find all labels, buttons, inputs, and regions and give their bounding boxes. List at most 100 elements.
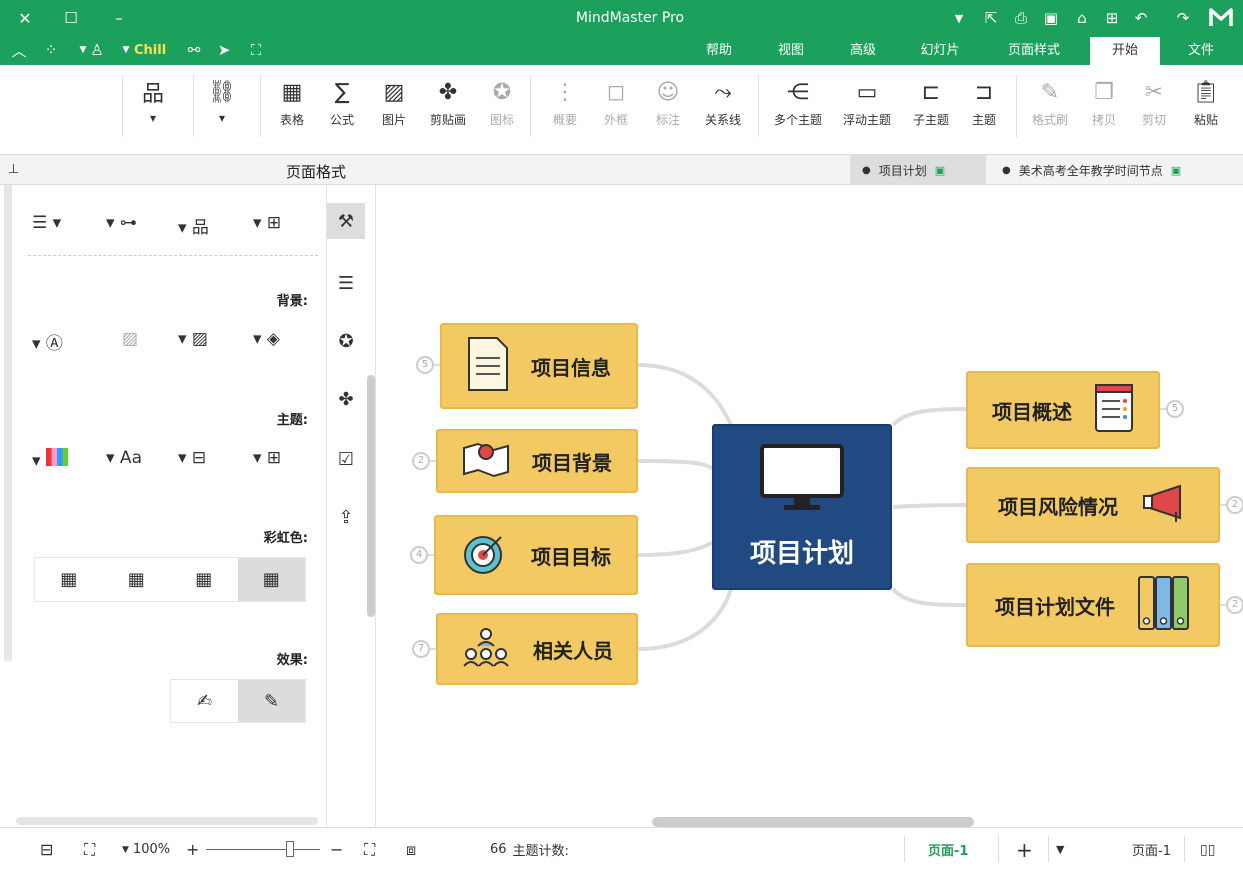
zoom-in-icon[interactable]: + bbox=[186, 828, 199, 870]
format-hammer-icon[interactable]: ⚒ bbox=[327, 203, 365, 239]
export-panel-icon[interactable]: ⇪ bbox=[327, 499, 365, 535]
clipart-panel-icon[interactable]: ✤ bbox=[327, 381, 365, 417]
connector-style-icon[interactable]: ▾ ⊶ bbox=[106, 213, 137, 233]
pin-icon[interactable]: ⊥ bbox=[8, 162, 19, 177]
collapse-badge[interactable]: 2 bbox=[1226, 496, 1243, 514]
fullscreen-icon[interactable]: ⛶ bbox=[245, 40, 267, 60]
watermark-icon[interactable]: ▾ Ⓐ bbox=[32, 329, 63, 354]
picture-button[interactable]: ▨ 图片 bbox=[374, 75, 414, 145]
doc-tab-art-exam[interactable]: ● 美术高考全年教学时间节点 ▣ bbox=[996, 155, 1240, 185]
close-tab-icon[interactable]: ● bbox=[862, 165, 871, 176]
normal-effect-icon[interactable]: ✎ bbox=[238, 680, 305, 722]
rainbow-option-2[interactable]: ▦ bbox=[103, 558, 171, 601]
add-page-icon[interactable]: + bbox=[1016, 828, 1033, 870]
tab-advanced[interactable]: 高级 bbox=[832, 37, 894, 65]
clipart-button[interactable]: ✤ 剪贴画 bbox=[422, 75, 474, 145]
theme-name[interactable]: Chill bbox=[134, 43, 166, 58]
topic-project-overview[interactable]: 项目概述 bbox=[966, 371, 1160, 449]
collapse-badge[interactable]: 5 bbox=[416, 356, 434, 374]
quick-access-dropdown-icon[interactable]: ▼ bbox=[948, 8, 970, 28]
minimize-icon[interactable]: – bbox=[108, 8, 130, 28]
tshirt-icon[interactable]: ♙ bbox=[86, 40, 108, 60]
tab-slides[interactable]: 幻灯片 bbox=[905, 37, 975, 65]
subtopic-button[interactable]: ⊏ 子主题 bbox=[906, 75, 956, 145]
share-icon[interactable]: ⚯ bbox=[183, 40, 205, 60]
zoom-select[interactable]: ▼ 100% bbox=[122, 828, 170, 870]
undo-icon[interactable]: ↶ bbox=[1130, 8, 1152, 28]
layout-button[interactable]: 品 ▾ bbox=[138, 75, 168, 145]
topic-related-people[interactable]: 相关人员 bbox=[436, 613, 638, 685]
tab-view[interactable]: 视图 bbox=[760, 37, 822, 65]
open-icon[interactable]: ⌂ bbox=[1071, 8, 1093, 28]
collapse-badge[interactable]: 5 bbox=[1166, 400, 1184, 418]
connector-button[interactable]: ⛓ ▾ bbox=[206, 75, 238, 145]
rainbow-option-4[interactable]: ▦ bbox=[237, 558, 305, 601]
close-icon[interactable]: ✕ bbox=[14, 8, 36, 28]
icon-panel-icon[interactable]: ✪ bbox=[327, 323, 365, 359]
floating-topic-button[interactable]: ▭ 浮动主题 bbox=[836, 75, 898, 145]
tab-file[interactable]: 文件 bbox=[1170, 37, 1232, 65]
topic-project-goal[interactable]: 项目目标 bbox=[434, 515, 638, 595]
callout-button[interactable]: ☺ 标注 bbox=[648, 75, 688, 145]
background-image-icon[interactable]: ▾ ▨ bbox=[178, 329, 208, 349]
fit-width-icon[interactable]: ⊟ bbox=[40, 828, 53, 870]
outline-icon[interactable]: ☰ bbox=[327, 265, 365, 301]
doc-tab-project-plan[interactable]: ● 项目计划 ▣ bbox=[850, 155, 986, 185]
collapse-badge[interactable]: 2 bbox=[1226, 596, 1243, 614]
topic-project-risks[interactable]: 项目风险情况 bbox=[966, 467, 1220, 543]
tab-help[interactable]: 帮助 bbox=[688, 37, 750, 65]
topic-project-files[interactable]: 项目计划文件 bbox=[966, 563, 1220, 647]
icon-button[interactable]: ✪ 图标 bbox=[482, 75, 522, 145]
tab-start[interactable]: 开始 bbox=[1090, 37, 1160, 65]
cut-button[interactable]: ✂ 剪切 bbox=[1134, 75, 1174, 145]
strip-scrollbar[interactable] bbox=[367, 375, 375, 617]
color-palette-icon[interactable]: ▾ bbox=[32, 448, 68, 471]
close-tab-icon[interactable]: ● bbox=[1002, 165, 1011, 176]
maximize-icon[interactable]: ☐ bbox=[60, 8, 82, 28]
zoom-out-icon[interactable]: − bbox=[330, 828, 343, 870]
rainbow-option-3[interactable]: ▦ bbox=[170, 558, 238, 601]
fill-color-icon[interactable]: ▾ ◈ bbox=[253, 329, 280, 349]
save-icon[interactable]: ▣ bbox=[1040, 8, 1062, 28]
presentation-icon[interactable]: ⧈ bbox=[406, 828, 416, 870]
relationship-button[interactable]: ⤳ 关系线 bbox=[698, 75, 748, 145]
print-icon[interactable]: ⎙ bbox=[1010, 8, 1032, 28]
layout-icon[interactable]: ▾ 品 bbox=[178, 213, 209, 238]
apps-icon[interactable]: ⁘ bbox=[40, 40, 62, 60]
boundary-button[interactable]: ◻ 外框 bbox=[596, 75, 636, 145]
cursor-icon[interactable]: ➤ bbox=[213, 40, 235, 60]
panel-horizontal-scrollbar[interactable] bbox=[16, 817, 318, 825]
zoom-slider[interactable] bbox=[206, 849, 320, 850]
topic-project-info[interactable]: 项目信息 bbox=[440, 323, 638, 409]
task-panel-icon[interactable]: ☑ bbox=[327, 441, 365, 477]
fullscreen-icon[interactable]: ⛶ bbox=[364, 828, 375, 870]
export-icon[interactable]: ⇱ bbox=[980, 8, 1002, 28]
table-button[interactable]: ▦ 表格 bbox=[272, 75, 312, 145]
tab-page-style[interactable]: 页面样式 bbox=[985, 37, 1083, 65]
format-painter-button[interactable]: ✎ 格式刷 bbox=[1024, 75, 1076, 145]
redo-icon[interactable]: ↷ bbox=[1172, 8, 1194, 28]
pages-panel-icon[interactable]: ▯▯ bbox=[1200, 828, 1215, 870]
collapse-ribbon-icon[interactable]: ︿ bbox=[8, 40, 30, 60]
collapse-badge[interactable]: 2 bbox=[412, 452, 430, 470]
numbering-icon[interactable]: ☰ ▾ bbox=[32, 213, 61, 233]
multiple-topics-button[interactable]: ⋲ 多个主题 bbox=[768, 75, 828, 145]
panel-scrollbar[interactable] bbox=[4, 185, 12, 661]
new-icon[interactable]: ⊞ bbox=[1101, 8, 1123, 28]
topic-button[interactable]: ⊐ 主题 bbox=[964, 75, 1004, 145]
page-list-dropdown-icon[interactable]: ▼ bbox=[1056, 828, 1064, 870]
summary-button[interactable]: ⋮ 概要 bbox=[545, 75, 585, 145]
rainbow-option-1[interactable]: ▦ bbox=[35, 558, 103, 601]
remove-image-icon[interactable]: ▨ bbox=[122, 329, 138, 349]
paste-button[interactable]: 📋︎ 粘贴 bbox=[1186, 75, 1226, 145]
fit-page-icon[interactable]: ⛶ bbox=[84, 828, 95, 870]
collapse-badge[interactable]: 7 bbox=[412, 640, 430, 658]
theme-grid-icon[interactable]: ▾ ⊞ bbox=[253, 448, 281, 468]
zoom-slider-thumb[interactable] bbox=[286, 841, 294, 857]
copy-button[interactable]: ❐ 拷贝 bbox=[1084, 75, 1124, 145]
current-page[interactable]: 页面-1 bbox=[1132, 828, 1171, 870]
topic-project-background[interactable]: 项目背景 bbox=[436, 429, 638, 493]
theme-style-icon[interactable]: ▾ ⊟ bbox=[178, 448, 206, 468]
mindmap-canvas[interactable]: 项目计划 项目信息 5 项目背景 2 项目目标 4 相关人员 7 项目概述 5 … bbox=[376, 185, 1243, 827]
hand-drawn-effect-icon[interactable]: ✍ bbox=[171, 680, 238, 722]
